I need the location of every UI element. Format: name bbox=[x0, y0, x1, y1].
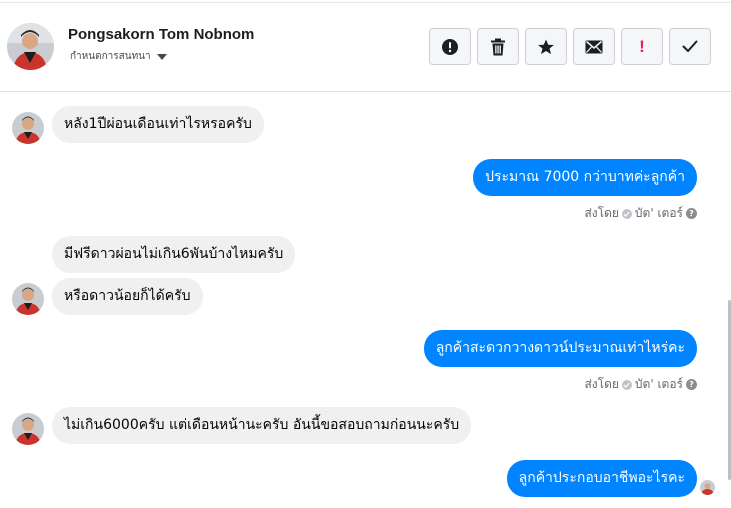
check-icon bbox=[682, 40, 698, 52]
message-bubble-outgoing: ประมาณ 7000 กว่าบาทค่ะลูกค้า bbox=[473, 159, 697, 196]
sent-by-label: ส่งโดย bbox=[584, 377, 619, 391]
divider bbox=[0, 2, 731, 3]
message-bubble-outgoing: ลูกค้าประกอบอาชีพอะไรคะ bbox=[506, 460, 697, 497]
check-circle-icon bbox=[621, 208, 632, 219]
trash-icon bbox=[491, 38, 505, 55]
sent-by-info: ส่งโดย บัต' เตอร์ ? bbox=[584, 204, 697, 223]
delete-button[interactable] bbox=[477, 28, 519, 65]
star-button[interactable] bbox=[525, 28, 567, 65]
read-receipt-avatar bbox=[700, 480, 715, 495]
envelope-icon bbox=[585, 40, 603, 53]
message-bubble-incoming: ไม่เกิน6000ครับ แต่เดือนหน้านะครับ อันนี… bbox=[52, 407, 472, 444]
mark-unread-button[interactable] bbox=[573, 28, 615, 65]
sent-by-label: ส่งโดย bbox=[584, 206, 619, 220]
conversation-schedule-label: กำหนดการสนทนา bbox=[70, 51, 151, 62]
help-icon[interactable]: ? bbox=[686, 379, 697, 390]
agent-name[interactable]: บัต' เตอร์ bbox=[635, 204, 683, 223]
message-bubble-incoming: หลัง1ปีผ่อนเดือนเท่าไรหรอครับ bbox=[52, 106, 264, 143]
help-icon[interactable]: ? bbox=[686, 208, 697, 219]
message-bubble-incoming: หรือดาวน้อยก็ได้ครับ bbox=[52, 278, 203, 315]
spam-button[interactable]: ! bbox=[621, 28, 663, 65]
alert-circle-icon bbox=[442, 38, 458, 55]
sent-by-info: ส่งโดย บัต' เตอร์ ? bbox=[584, 375, 697, 394]
message-bubble-outgoing: ลูกค้าสะดวกวางดาวน์ประมาณเท่าไหร่คะ bbox=[423, 330, 697, 367]
avatar[interactable] bbox=[12, 283, 44, 315]
avatar[interactable] bbox=[12, 112, 44, 144]
check-circle-icon bbox=[621, 379, 632, 390]
conversation-schedule-dropdown[interactable]: กำหนดการสนทนา bbox=[70, 49, 167, 64]
message-bubble-incoming: มีฟรีดาวผ่อนไม่เกิน6พันบ้างไหมครับ bbox=[52, 236, 296, 273]
report-button[interactable] bbox=[429, 28, 471, 65]
caret-down-icon bbox=[156, 54, 167, 60]
done-button[interactable] bbox=[669, 28, 711, 65]
avatar[interactable] bbox=[12, 413, 44, 445]
conversation-header: Pongsakorn Tom Nobnom กำหนดการสนทนา ! bbox=[0, 0, 731, 92]
avatar[interactable] bbox=[7, 23, 54, 70]
agent-name[interactable]: บัต' เตอร์ bbox=[635, 375, 683, 394]
contact-name[interactable]: Pongsakorn Tom Nobnom bbox=[68, 26, 254, 43]
star-icon bbox=[538, 39, 554, 54]
exclamation-icon: ! bbox=[639, 36, 645, 56]
